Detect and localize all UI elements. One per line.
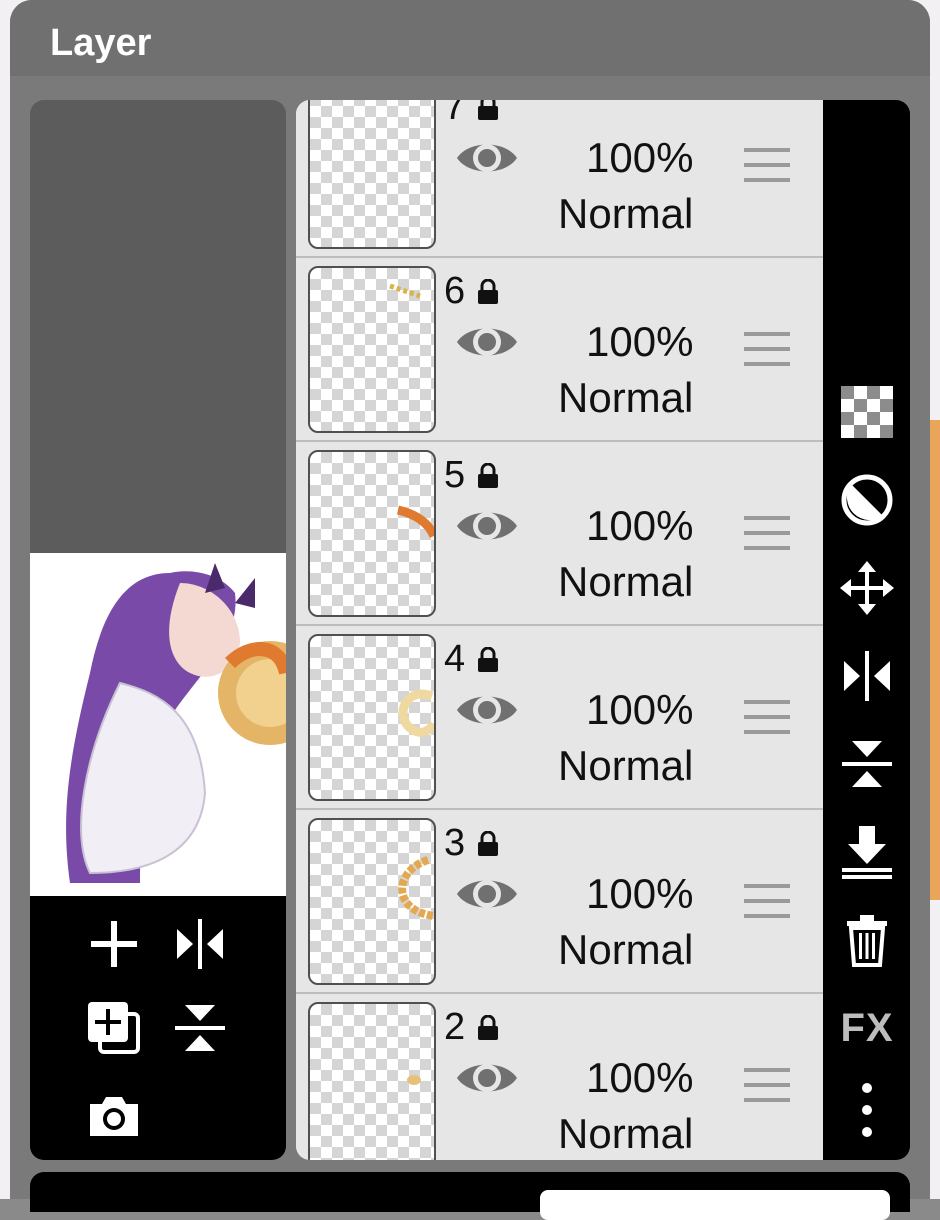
drag-handle-icon[interactable] <box>744 1066 790 1104</box>
layer-number: 7 <box>444 100 466 128</box>
layer-list[interactable]: 7 100% Normal 6 100% Normal 5 100% Norma… <box>296 100 823 1160</box>
artwork-thumbnail-image <box>30 553 286 896</box>
layer-content-preview <box>398 689 434 737</box>
flip-vertical-button[interactable] <box>172 1000 228 1056</box>
layer-row[interactable]: 4 100% Normal <box>296 626 823 810</box>
add-layer-button[interactable] <box>86 916 142 972</box>
layer-opacity[interactable]: 100% <box>586 318 693 366</box>
layer-row[interactable]: 5 100% Normal <box>296 442 823 626</box>
delete-layer-button[interactable] <box>837 910 897 970</box>
bottom-bar <box>30 1172 910 1220</box>
layer-blend-mode[interactable]: Normal <box>558 742 693 790</box>
drag-handle-icon[interactable] <box>744 698 790 736</box>
eye-icon[interactable] <box>454 136 520 180</box>
drag-handle-icon[interactable] <box>744 330 790 368</box>
dialog-titlebar: Layer <box>10 0 930 76</box>
flip-horizontal-icon <box>177 919 223 969</box>
layer-blend-mode[interactable]: Normal <box>558 190 693 238</box>
layer-content-preview <box>389 283 421 299</box>
layer-number: 3 <box>444 822 466 864</box>
layer-opacity[interactable]: 100% <box>586 870 693 918</box>
flip-horizontal-button[interactable] <box>172 916 228 972</box>
transparency-button[interactable] <box>837 382 897 442</box>
layer-opacity[interactable]: 100% <box>586 502 693 550</box>
left-toolbar <box>30 896 286 1160</box>
bottom-bar-control[interactable] <box>540 1190 890 1220</box>
layer-row[interactable]: 2 100% Normal <box>296 994 823 1160</box>
dialog-title: Layer <box>50 22 152 64</box>
move-icon <box>840 561 894 615</box>
layer-row[interactable]: 3 100% Normal <box>296 810 823 994</box>
eye-icon[interactable] <box>454 320 520 364</box>
drag-handle-icon[interactable] <box>744 514 790 552</box>
layer-thumbnail[interactable] <box>308 634 436 801</box>
layer-row[interactable]: 6 100% Normal <box>296 258 823 442</box>
camera-button[interactable] <box>86 1088 142 1144</box>
layer-blend-mode[interactable]: Normal <box>558 558 693 606</box>
eye-icon[interactable] <box>454 1056 520 1100</box>
flip-horizontal-icon <box>844 651 890 701</box>
canvas-thumbnail[interactable] <box>30 553 286 896</box>
fx-icon: FX <box>840 1005 894 1050</box>
merge-down-icon <box>842 826 892 879</box>
lock-icon[interactable] <box>477 1015 499 1041</box>
lock-icon[interactable] <box>477 100 499 121</box>
opacity-icon <box>841 474 893 526</box>
transparency-checker-icon <box>841 386 893 438</box>
layer-number: 5 <box>444 454 466 496</box>
layer-number: 4 <box>444 638 466 680</box>
lock-icon[interactable] <box>477 463 499 489</box>
camera-icon <box>90 1097 138 1136</box>
lock-icon[interactable] <box>477 647 499 673</box>
layer-opacity[interactable]: 100% <box>586 134 693 182</box>
move-button[interactable] <box>837 558 897 618</box>
layer-blend-mode[interactable]: Normal <box>558 926 693 974</box>
layer-content-preview <box>396 505 434 539</box>
duplicate-layer-button[interactable] <box>86 1000 142 1056</box>
layer-opacity[interactable]: 100% <box>586 1054 693 1102</box>
flip-vertical-icon <box>175 1005 225 1051</box>
layer-number: 2 <box>444 1006 466 1048</box>
more-icon <box>862 1083 872 1137</box>
layer-thumbnail[interactable] <box>308 1002 436 1160</box>
layer-content-preview <box>398 856 434 920</box>
add-layer-icon <box>91 921 137 967</box>
layer-thumbnail[interactable] <box>308 450 436 617</box>
layer-blend-mode[interactable]: Normal <box>558 374 693 422</box>
eye-icon[interactable] <box>454 872 520 916</box>
layer-thumbnail[interactable] <box>308 818 436 985</box>
more-button[interactable] <box>837 1080 897 1140</box>
merge-down-button[interactable] <box>837 822 897 882</box>
layer-content-preview <box>407 1075 421 1085</box>
eye-icon[interactable] <box>454 688 520 732</box>
flip-vertical-icon <box>842 741 892 787</box>
layer-number: 6 <box>444 270 466 312</box>
lock-icon[interactable] <box>477 831 499 857</box>
flip-vertical-button[interactable] <box>837 734 897 794</box>
lock-icon[interactable] <box>477 279 499 305</box>
right-toolbar: FX <box>823 100 910 1160</box>
layer-row[interactable]: 7 100% Normal <box>296 100 823 258</box>
opacity-button[interactable] <box>837 470 897 530</box>
layer-thumbnail[interactable] <box>308 100 436 249</box>
flip-horizontal-button[interactable] <box>837 646 897 706</box>
drag-handle-icon[interactable] <box>744 146 790 184</box>
layer-blend-mode[interactable]: Normal <box>558 1110 693 1158</box>
canvas-preview-panel[interactable] <box>30 100 286 1160</box>
layer-opacity[interactable]: 100% <box>586 686 693 734</box>
fx-button[interactable]: FX <box>837 998 897 1058</box>
eye-icon[interactable] <box>454 504 520 548</box>
layer-thumbnail[interactable] <box>308 266 436 433</box>
trash-icon <box>847 915 887 967</box>
duplicate-layer-icon <box>88 1002 140 1054</box>
drag-handle-icon[interactable] <box>744 882 790 920</box>
